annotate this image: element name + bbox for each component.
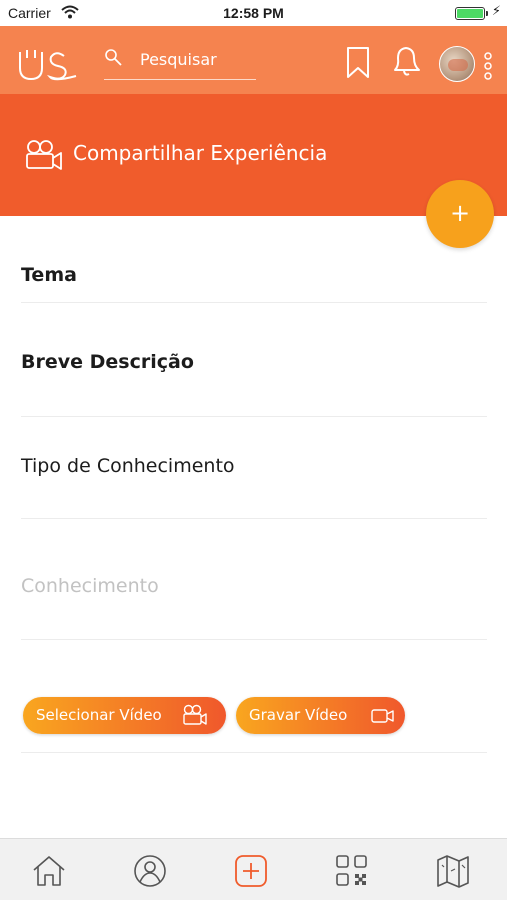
status-time: 12:58 PM xyxy=(223,5,284,21)
page-title: Compartilhar Experiência xyxy=(73,141,328,165)
add-icon[interactable] xyxy=(233,853,269,889)
select-video-label: Selecionar Vídeo xyxy=(36,706,162,724)
bookmark-icon[interactable] xyxy=(345,46,371,84)
field-label-breve-descricao: Breve Descrição xyxy=(21,351,194,373)
qr-code-icon[interactable] xyxy=(334,853,370,889)
field-label-tema: Tema xyxy=(21,264,77,286)
bell-icon[interactable] xyxy=(388,44,422,84)
profile-icon[interactable] xyxy=(132,853,168,889)
add-label: + xyxy=(449,199,471,227)
video-camera-icon xyxy=(182,704,208,730)
status-bar: Carrier 12:58 PM ⚡ xyxy=(0,0,507,26)
battery-icon xyxy=(455,7,488,20)
top-navigation-bar xyxy=(0,26,507,94)
field-conhecimento[interactable]: Conhecimento xyxy=(21,519,487,640)
bottom-tab-bar xyxy=(0,838,507,900)
video-camera-icon xyxy=(24,138,64,176)
add-button[interactable]: + xyxy=(426,180,494,248)
divider xyxy=(21,752,487,753)
search-bar[interactable] xyxy=(104,46,256,80)
video-record-icon xyxy=(371,708,395,728)
us-logo[interactable] xyxy=(16,46,78,86)
select-video-button[interactable]: Selecionar Vídeo xyxy=(23,697,226,734)
field-label-tipo-de-conhecimento: Tipo de Conhecimento xyxy=(21,455,235,477)
avatar[interactable] xyxy=(439,46,475,82)
record-video-label: Gravar Vídeo xyxy=(249,706,348,724)
field-breve-descricao[interactable]: Breve Descrição xyxy=(21,303,487,417)
field-label-conhecimento: Conhecimento xyxy=(21,575,159,597)
map-icon[interactable] xyxy=(435,853,471,889)
search-input[interactable] xyxy=(140,50,252,69)
more-vertical-icon[interactable] xyxy=(482,52,494,86)
field-tipo-de-conhecimento[interactable]: Tipo de Conhecimento xyxy=(21,417,487,519)
field-tema[interactable]: Tema xyxy=(21,216,487,303)
home-icon[interactable] xyxy=(31,853,67,889)
search-icon xyxy=(104,48,124,72)
charging-icon: ⚡ xyxy=(491,4,501,19)
record-video-button[interactable]: Gravar Vídeo xyxy=(236,697,405,734)
